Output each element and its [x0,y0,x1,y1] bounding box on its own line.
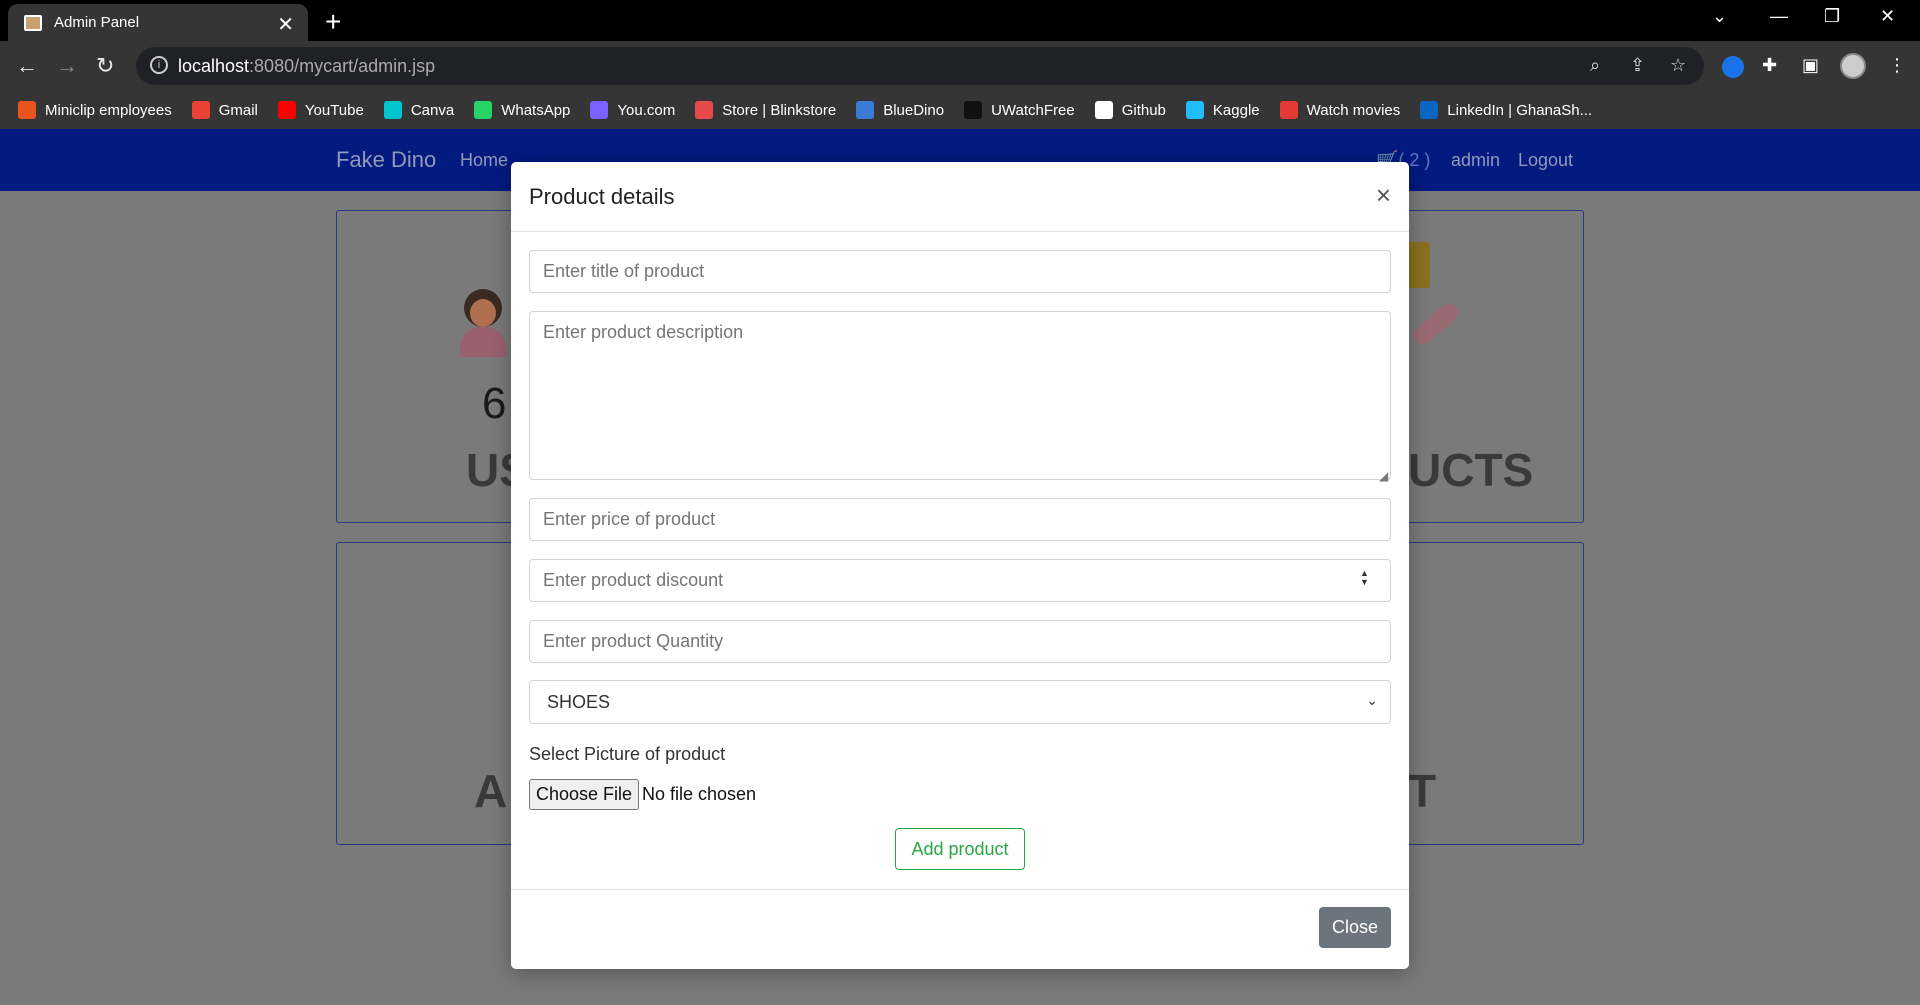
product-title-input[interactable] [529,250,1391,293]
modal-header: Product details × [511,162,1409,232]
bookmark-label: Canva [410,101,455,119]
bookmark-label: Miniclip employees [45,101,172,119]
url-text[interactable]: localhost:8080/mycart/admin.jsp [178,56,435,77]
category-selected-value: SHOES [547,692,611,712]
file-status-text: No file chosen [642,784,757,804]
product-price-input[interactable] [529,498,1391,541]
bookmark-label: Store | Blinkstore [722,101,837,119]
textarea-resize-icon[interactable]: ◢ [1379,469,1388,483]
profile-avatar[interactable] [1840,53,1866,79]
nav-logout-link[interactable]: Logout [1518,150,1573,171]
bookmarks-bar: Miniclip employees Gmail YouTube Canva Whats… [0,91,1920,129]
bookmark-favicon-icon [1279,101,1298,119]
extension-blue-icon[interactable] [1722,56,1744,78]
bookmark-favicon-icon [1094,101,1113,119]
bookmark-favicon-icon [590,101,609,119]
bookmark-favicon-icon [277,101,296,119]
bookmark-label: UWatchFree [991,101,1075,119]
bookmark-label: YouTube [304,101,364,119]
modal-title: Product details [529,184,675,209]
add-category-label: A [474,765,508,817]
url-host: localhost [178,56,250,76]
address-bar[interactable]: i localhost:8080/mycart/admin.jsp ⌕ ⇪ ☆ [136,47,1704,85]
site-brand[interactable]: Fake Dino [336,147,436,173]
zoom-icon[interactable]: ⌕ [1590,55,1600,76]
bookmark-item[interactable]: Canva [383,101,455,119]
url-path: :8080/mycart/admin.jsp [249,56,436,76]
bookmark-favicon-icon [964,101,983,119]
tab-close-icon[interactable]: ✕ [277,12,294,37]
bookmark-item[interactable]: BlueDino [856,101,944,119]
product-details-modal: Product details × ◢ ▲▼ SHOES ⌄ Select Pi… [511,162,1409,969]
modal-footer: Close [511,889,1409,969]
side-panel-icon[interactable]: ▣ [1802,55,1819,76]
products-label: UCTS [1408,444,1534,496]
bookmark-favicon-icon [191,101,210,119]
share-icon[interactable]: ⇪ [1630,55,1645,76]
choose-file-button[interactable]: Choose File [529,779,639,810]
modal-close-icon[interactable]: × [1376,180,1391,211]
product-quantity-input[interactable] [529,620,1391,663]
product-discount-input[interactable] [529,559,1391,602]
bookmark-favicon-icon [856,101,875,119]
bookmark-item[interactable]: LinkedIn | GhanaSh... [1420,101,1592,119]
bookmark-favicon-icon [18,101,36,119]
extensions-puzzle-icon[interactable]: ✚ [1762,55,1777,76]
bookmark-item[interactable]: Github [1094,101,1166,119]
bookmark-label: LinkedIn | GhanaSh... [1447,101,1593,119]
bookmark-label: BlueDino [883,101,945,119]
tab-favicon-icon [24,14,42,31]
chevron-down-icon: ⌄ [1366,692,1378,708]
bookmark-label: You.com [617,101,676,119]
bookmark-item[interactable]: Gmail [191,101,258,119]
bookmark-label: Kaggle [1212,101,1260,119]
picture-label: Select Picture of product [529,744,726,764]
bookmark-star-icon[interactable]: ☆ [1670,55,1686,76]
nav-home-link[interactable]: Home [460,150,508,171]
bookmark-label: Github [1121,101,1166,119]
bookmark-label: Watch movies [1306,101,1401,119]
site-info-icon[interactable]: i [150,56,168,74]
restore-icon[interactable]: ❐ [1824,6,1840,27]
bookmark-label: WhatsApp [501,101,571,119]
bookmark-label: Gmail [218,101,258,119]
bookmark-item[interactable]: Watch movies [1279,101,1401,119]
bookmark-item[interactable]: You.com [590,101,675,119]
browser-menu-icon[interactable]: ⋮ [1888,55,1906,76]
bookmark-favicon-icon [1420,101,1439,119]
bookmark-item[interactable]: Store | Blinkstore [695,101,836,119]
browser-tab[interactable]: Admin Panel ✕ [8,4,308,41]
bookmark-favicon-icon [695,101,714,119]
reload-icon[interactable]: ↻ [96,53,114,79]
tab-search-icon[interactable]: ⌄ [1712,6,1727,27]
back-icon[interactable]: ← [16,53,38,79]
add-product-button[interactable]: Add product [895,828,1025,870]
bookmark-favicon-icon [474,101,493,119]
bookmark-favicon-icon [383,101,402,119]
bookmark-favicon-icon [1185,101,1204,119]
category-select[interactable]: SHOES ⌄ [529,680,1391,724]
close-button[interactable]: Close [1319,907,1391,948]
window-close-icon[interactable]: ✕ [1880,6,1895,27]
add-product-label: T [1408,765,1437,817]
users-count: 6 [482,379,507,428]
bookmark-item[interactable]: Kaggle [1185,101,1260,119]
bookmark-item[interactable]: UWatchFree [964,101,1075,119]
new-tab-icon[interactable]: + [325,6,341,38]
tab-title: Admin Panel [54,14,140,31]
product-description-input[interactable] [529,311,1391,480]
bookmark-item[interactable]: Miniclip employees [18,101,172,119]
address-toolbar: ← → ↻ i localhost:8080/mycart/admin.jsp … [0,41,1920,91]
browser-tab-bar: Admin Panel ✕ + ⌄ — ❐ ✕ [0,0,1920,41]
bookmark-item[interactable]: YouTube [277,101,364,119]
forward-icon[interactable]: → [56,53,78,79]
discount-spinner-icon[interactable]: ▲ ▼ [1360,569,1369,587]
bookmark-item[interactable]: WhatsApp [474,101,570,119]
nav-admin-link[interactable]: admin [1451,150,1500,171]
minimize-icon[interactable]: — [1770,6,1788,27]
